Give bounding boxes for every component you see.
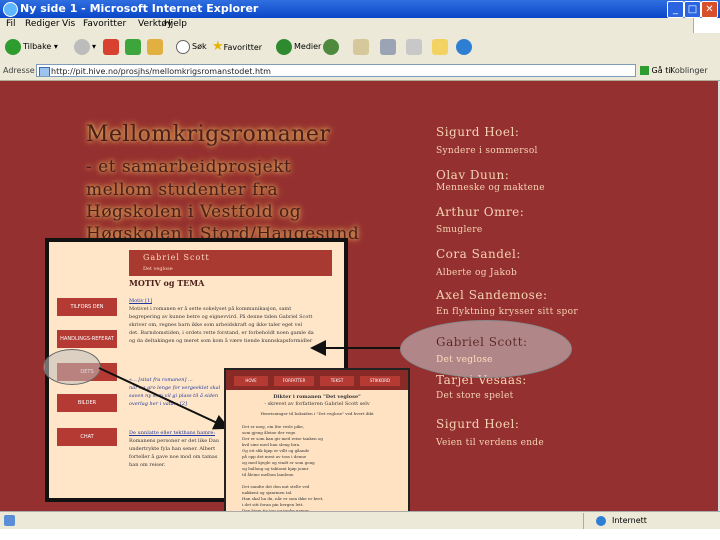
poem-line: på opp det mest av toss i denne: [242, 454, 307, 459]
poems-title: Dikter i romanen "Det veglose": [273, 394, 361, 400]
poem-line: Det sundte det den mit stelle ved: [242, 484, 310, 489]
poem-line: Det er meg, ein lite vesle pike,: [242, 424, 305, 429]
poem-line: i det sitt foran pin bergen lett.: [242, 502, 304, 507]
poems-note: Henvisninger til boksiden i "Det veglose…: [260, 411, 374, 416]
zone-label: Internett: [612, 516, 647, 525]
bottom-strip: [0, 529, 720, 540]
poem-line: kvil sine med han sleng bira.: [242, 442, 301, 447]
tab-author[interactable]: FORFATTER: [274, 376, 314, 386]
page-status-icon: [4, 515, 15, 526]
poem-line: nakkent og sjøarmen tal.: [242, 490, 293, 495]
poem-line: og med kjegle og vindt er som gong: [242, 460, 315, 465]
poems-subtitle: - skrevet av forfatteren Gabriel Scott s…: [264, 401, 370, 407]
arrow-nav-to-poems: [98, 367, 230, 430]
internet-zone-icon: [596, 516, 606, 526]
poem-line: og ballong og taktomt kjøp jonnr: [242, 466, 309, 471]
tab-home[interactable]: HOVE: [234, 376, 268, 386]
tab-keywords[interactable]: STIKKORD: [360, 376, 400, 386]
poem-line: til åleine mellom landene.: [242, 472, 295, 477]
tab-text[interactable]: TEKST: [320, 376, 354, 386]
status-bar: Internett: [0, 511, 720, 530]
poem-line: som gjeng åleine der vege.: [242, 430, 297, 435]
status-divider: [583, 513, 584, 529]
poem-line: Og eit slik kjøp er villt og gåande: [242, 448, 310, 453]
poem-line: Han skal ha du, når er som ikke er kvet,: [242, 496, 324, 501]
poem-line: Der er som kan gir med reise tanken og: [242, 436, 323, 441]
